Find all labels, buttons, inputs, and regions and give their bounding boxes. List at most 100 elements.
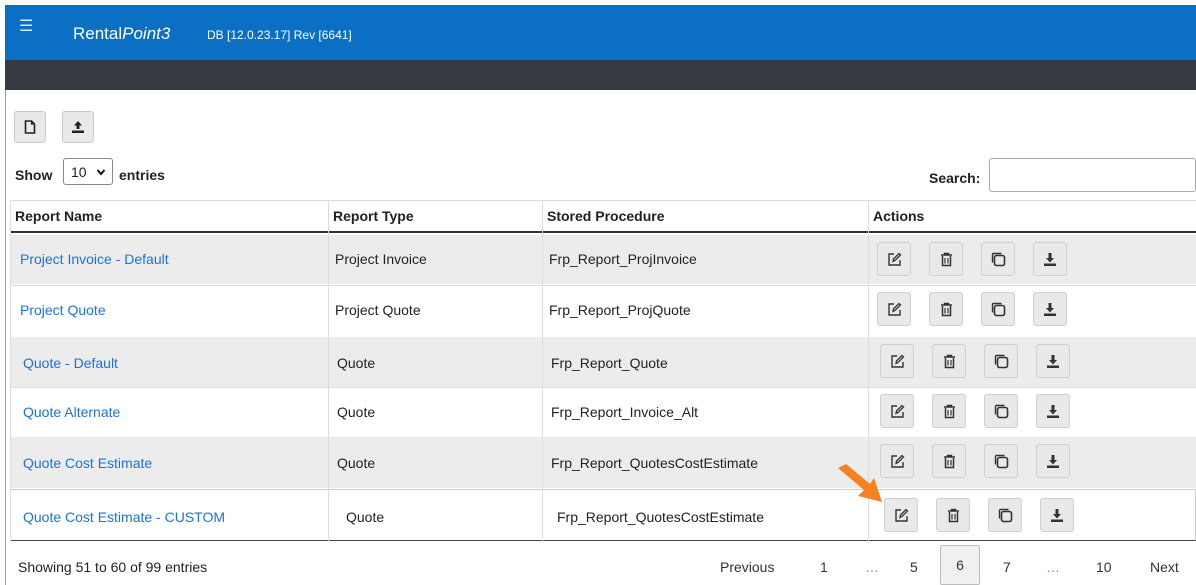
app-title: RentalPoint3 (73, 24, 170, 44)
delete-button[interactable] (936, 498, 970, 532)
copy-icon (994, 354, 1008, 368)
download-icon (1047, 454, 1059, 468)
report-name-link[interactable]: Project Quote (20, 302, 106, 318)
pagination-ellipsis: … (865, 559, 879, 575)
download-button[interactable] (1040, 498, 1074, 532)
db-version-info: DB [12.0.23.17] Rev [6641] (207, 28, 352, 42)
stored-procedure-cell: Frp_Report_ProjInvoice (549, 251, 697, 267)
download-icon (1051, 508, 1063, 522)
download-icon (1044, 252, 1056, 266)
download-button[interactable] (1033, 292, 1067, 326)
entries-label: entries (119, 167, 165, 183)
upload-icon (72, 121, 84, 133)
copy-icon (991, 252, 1005, 266)
trash-icon (943, 454, 955, 468)
search-label: Search: (929, 170, 981, 186)
pagination-previous[interactable]: Previous (720, 559, 774, 575)
table-info: Showing 51 to 60 of 99 entries (18, 559, 208, 575)
edit-button[interactable] (880, 394, 914, 428)
report-name-link[interactable]: Quote Cost Estimate - CUSTOM (23, 509, 225, 525)
pagination-ellipsis: … (1046, 559, 1060, 575)
report-type-cell: Project Quote (335, 302, 421, 318)
edit-button[interactable] (884, 498, 918, 532)
download-button[interactable] (1036, 444, 1070, 478)
entries-per-page-select[interactable]: 10 (63, 158, 113, 185)
column-header-stored-procedure[interactable]: Stored Procedure (542, 200, 868, 233)
delete-button[interactable] (932, 444, 966, 478)
pagination-page[interactable]: 5 (910, 559, 918, 575)
pagination-next[interactable]: Next (1150, 559, 1179, 575)
delete-button[interactable] (932, 344, 966, 378)
top-navbar: ☰ RentalPoint3 DB [12.0.23.17] Rev [6641… (5, 5, 1196, 60)
trash-icon (943, 354, 955, 368)
download-icon (1047, 354, 1059, 368)
edit-icon (890, 454, 904, 468)
table-row: Quote Cost Estimate Quote Frp_Report_Quo… (10, 437, 1196, 488)
new-document-icon (24, 120, 36, 134)
edit-button[interactable] (877, 242, 911, 276)
trash-icon (947, 508, 959, 522)
report-name-link[interactable]: Project Invoice - Default (20, 251, 169, 267)
pagination-page[interactable]: 10 (1096, 559, 1112, 575)
pagination-page[interactable]: 1 (820, 559, 828, 575)
edit-icon (890, 354, 904, 368)
column-header-report-name[interactable]: Report Name (10, 200, 328, 233)
report-name-link[interactable]: Quote - Default (23, 355, 118, 371)
pagination-current-page[interactable]: 6 (940, 545, 980, 585)
copy-button[interactable] (984, 444, 1018, 478)
download-button[interactable] (1036, 394, 1070, 428)
report-type-cell: Quote (337, 355, 376, 371)
trash-icon (940, 252, 952, 266)
app-name-italic: Point3 (122, 24, 171, 43)
copy-button[interactable] (984, 344, 1018, 378)
edit-icon (894, 508, 908, 522)
trash-icon (943, 404, 955, 418)
stored-procedure-cell: Frp_Report_ProjQuote (549, 302, 691, 318)
report-type-cell: Quote (346, 509, 385, 525)
copy-button[interactable] (981, 242, 1015, 276)
new-report-button[interactable] (14, 111, 46, 143)
edit-icon (887, 302, 901, 316)
edit-button[interactable] (880, 344, 914, 378)
report-type-cell: Project Invoice (335, 251, 427, 267)
show-label: Show (15, 167, 53, 183)
annotation-arrow-icon (838, 464, 882, 502)
delete-button[interactable] (929, 242, 963, 276)
app-name-plain: Rental (73, 24, 123, 43)
copy-icon (998, 508, 1012, 522)
download-button[interactable] (1033, 242, 1067, 276)
edit-icon (887, 252, 901, 266)
copy-icon (994, 404, 1008, 418)
copy-button[interactable] (988, 498, 1022, 532)
table-row: Project Quote Project Quote Frp_Report_P… (10, 285, 1196, 335)
hamburger-icon[interactable]: ☰ (19, 19, 33, 35)
stored-procedure-cell: Frp_Report_QuotesCostEstimate (551, 455, 758, 471)
report-type-cell: Quote (337, 455, 376, 471)
column-divider (10, 200, 11, 542)
table-row: Project Invoice - Default Project Invoic… (10, 235, 1196, 284)
column-divider (328, 200, 329, 542)
column-header-report-type[interactable]: Report Type (328, 200, 542, 233)
trash-icon (940, 302, 952, 316)
pagination-page[interactable]: 7 (1003, 559, 1011, 575)
edit-icon (890, 404, 904, 418)
entries-per-page-value: 10 (71, 163, 87, 180)
column-header-actions: Actions (868, 200, 1196, 233)
stored-procedure-cell: Frp_Report_QuotesCostEstimate (557, 509, 764, 525)
edit-button[interactable] (877, 292, 911, 326)
column-divider (542, 200, 543, 542)
stored-procedure-cell: Frp_Report_Quote (551, 355, 668, 371)
report-name-link[interactable]: Quote Alternate (23, 404, 120, 420)
copy-button[interactable] (981, 292, 1015, 326)
table-row: Quote Alternate Quote Frp_Report_Invoice… (10, 387, 1196, 437)
app-window: ☰ RentalPoint3 DB [12.0.23.17] Rev [6641… (0, 0, 1196, 585)
search-input[interactable] (989, 158, 1196, 192)
download-icon (1044, 302, 1056, 316)
copy-button[interactable] (984, 394, 1018, 428)
upload-report-button[interactable] (62, 111, 94, 143)
stored-procedure-cell: Frp_Report_Invoice_Alt (551, 404, 699, 420)
delete-button[interactable] (929, 292, 963, 326)
report-name-link[interactable]: Quote Cost Estimate (23, 455, 152, 471)
delete-button[interactable] (932, 394, 966, 428)
download-button[interactable] (1036, 344, 1070, 378)
